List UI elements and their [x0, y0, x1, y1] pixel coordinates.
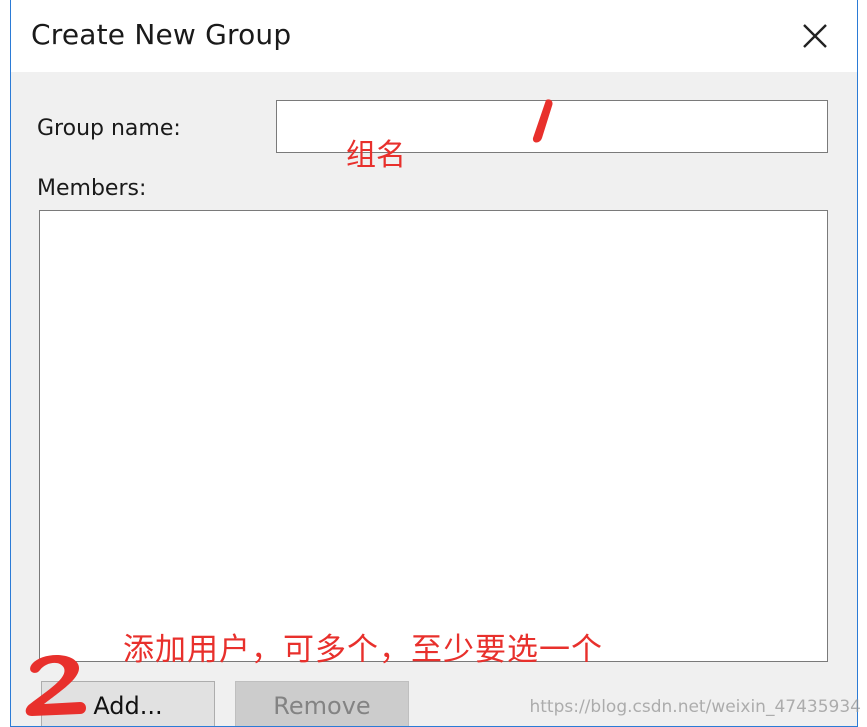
close-icon[interactable] [799, 20, 831, 52]
marker-2 [25, 655, 86, 716]
marker-1 [532, 99, 553, 143]
dialog-title: Create New Group [31, 18, 292, 51]
remove-button[interactable]: Remove [235, 681, 409, 726]
group-name-label: Group name: [37, 116, 181, 141]
watermark: https://blog.csdn.net/weixin_47435934 [529, 697, 861, 717]
group-name-annotation: 组名 [346, 138, 406, 173]
members-list[interactable] [39, 210, 828, 662]
add-users-annotation: 添加用户，可多个，至少要选一个 [123, 632, 603, 668]
title-bar[interactable]: Create New Group [11, 0, 857, 72]
members-label: Members: [37, 176, 147, 201]
create-group-dialog: Create New Group Group name: Members: Ad… [10, 0, 858, 727]
